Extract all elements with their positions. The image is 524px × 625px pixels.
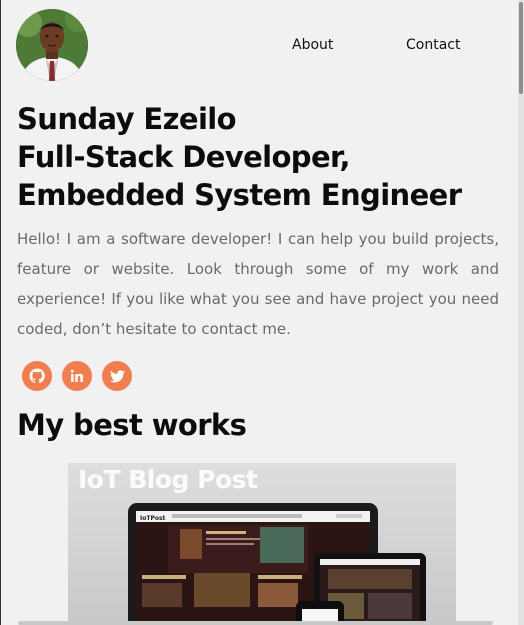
work-card-iot-blog[interactable]: IoTPost IoT Blog Post: [68, 463, 456, 625]
vertical-scrollbar[interactable]: [518, 0, 524, 625]
nav-about-link[interactable]: About: [292, 37, 333, 53]
work-title: IoT Blog Post: [78, 465, 258, 494]
screen-logo: IoTPost: [140, 515, 166, 522]
horizontal-scrollbar[interactable]: [18, 621, 493, 625]
works-heading: My best works: [17, 408, 247, 442]
scrollbar-thumb[interactable]: [519, 2, 523, 94]
window-left-border: [0, 0, 1, 625]
github-button[interactable]: [22, 361, 52, 391]
hero-name: Sunday Ezeilo: [17, 102, 237, 136]
linkedin-button[interactable]: [62, 361, 92, 391]
nav-contact-link[interactable]: Contact: [406, 37, 460, 53]
avatar: [16, 9, 88, 81]
twitter-icon: [109, 369, 125, 382]
hero-role-2: Embedded System Engineer: [17, 178, 462, 212]
github-icon: [29, 368, 45, 384]
twitter-button[interactable]: [102, 361, 132, 391]
hero-title: Sunday Ezeilo Full-Stack Developer, Embe…: [17, 100, 462, 214]
linkedin-icon: [70, 369, 83, 382]
hero-role-1: Full-Stack Developer,: [17, 140, 350, 174]
intro-paragraph: Hello! I am a software developer! I can …: [17, 230, 499, 338]
